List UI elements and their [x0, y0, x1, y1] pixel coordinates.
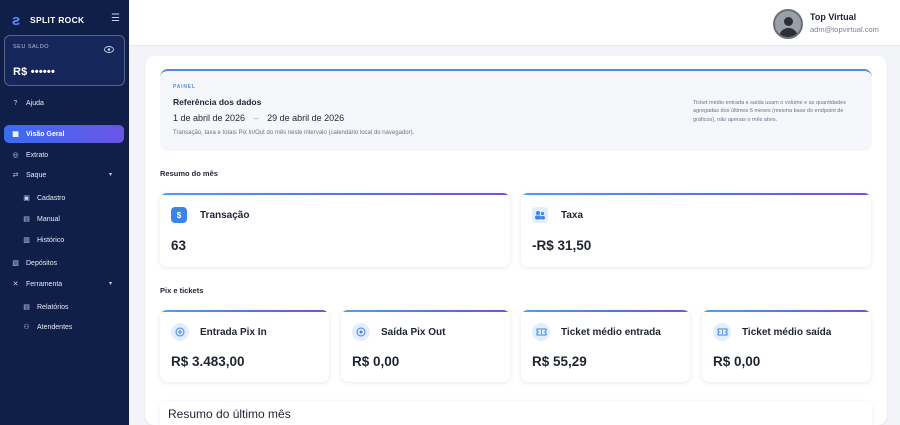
sidebar-item-extrato[interactable]: ◎ Extrato — [4, 146, 124, 164]
sidebar-item-label: Atendentes — [37, 323, 73, 331]
chevron-down-icon: ▾ — [108, 281, 112, 287]
last-month-title: Resumo do último mês — [168, 407, 291, 421]
eye-icon[interactable] — [104, 46, 114, 53]
reference-side-note: Ticket médio entrada e saída usam o volu… — [693, 100, 846, 123]
reference-kicker: PAINEL — [173, 84, 196, 90]
user-email: adm@topvirtual.com — [810, 25, 879, 34]
collapse-menu-icon[interactable]: ☰ — [111, 13, 120, 24]
avatar-head — [784, 17, 793, 26]
balance-card: SEU SALDO R$ •••••• — [4, 35, 125, 86]
sidebar-item-label: Cadastro — [37, 194, 66, 202]
ticket-icon — [532, 323, 550, 341]
pix-in-value: R$ 3.483,00 — [171, 354, 245, 369]
user-name: Top Virtual — [810, 12, 857, 22]
sidebar-item-depositos[interactable]: ▧ Depósitos — [4, 254, 124, 272]
sidebar-item-label: Histórico — [37, 236, 65, 244]
reference-title: Referência dos dados — [173, 97, 262, 107]
ticket-in-card: Ticket médio entrada R$ 55,29 — [521, 310, 690, 382]
sidebar-item-label: Ferramenta — [26, 280, 63, 288]
sidebar-item-atendentes[interactable]: ⚇ Atendentes — [4, 318, 124, 336]
reference-note: Transação, taxa e totais Pix In/Out do m… — [173, 130, 415, 136]
ticket-out-card: Ticket médio saída R$ 0,00 — [702, 310, 871, 382]
sidebar-item-visao-geral[interactable]: ▦ Visão Geral — [4, 125, 124, 143]
sidebar-item-label: Depósitos — [26, 259, 58, 267]
balance-label: SEU SALDO — [13, 44, 49, 50]
register-icon: ▣ — [23, 195, 30, 202]
brand-name: SPLIT ROCK — [30, 15, 85, 25]
reports-icon: ▤ — [23, 304, 30, 311]
last-month-card: Resumo do último mês — [160, 401, 872, 425]
ticket-out-value: R$ 0,00 — [713, 354, 761, 369]
fee-value: -R$ 31,50 — [532, 238, 592, 253]
split-rock-logo-icon: ƨ — [11, 11, 21, 29]
brand[interactable]: ƨ SPLIT ROCK ☰ — [10, 10, 120, 30]
svg-text:$: $ — [177, 211, 182, 220]
balance-value: R$ •••••• — [13, 66, 56, 78]
transaction-label: Transação — [200, 210, 250, 221]
transaction-value: 63 — [171, 238, 187, 253]
sidebar-item-label: Manual — [37, 215, 60, 223]
sidebar-item-label: Ajuda — [26, 99, 44, 107]
avatar[interactable] — [773, 9, 803, 39]
sidebar-item-ajuda[interactable]: ? Ajuda — [4, 94, 124, 112]
ticket-in-value: R$ 55,29 — [532, 354, 587, 369]
sidebar-item-label: Visão Geral — [26, 130, 65, 138]
fee-card: Taxa -R$ 31,50 — [521, 193, 871, 267]
sidebar-item-label: Saque — [26, 171, 47, 179]
transfer-icon: ⇄ — [12, 172, 19, 179]
pix-out-card: Saída Pix Out R$ 0,00 — [341, 310, 510, 382]
deposit-icon: ▧ — [12, 260, 19, 267]
people-icon — [532, 207, 548, 223]
pix-section-title: Pix e tickets — [160, 286, 204, 295]
history-icon: ▥ — [23, 237, 30, 244]
pix-out-label: Saída Pix Out — [381, 327, 446, 338]
summary-section-title: Resumo do mês — [160, 169, 218, 178]
reference-date-range: 1 de abril de 2026 – 29 de abril de 2026 — [173, 113, 344, 123]
date-separator: – — [253, 113, 259, 123]
sidebar: ƨ SPLIT ROCK ☰ SEU SALDO R$ •••••• ? Aju… — [0, 0, 129, 425]
sidebar-item-saque[interactable]: ⇄ Saque ▾ — [4, 166, 124, 184]
help-icon: ? — [13, 99, 18, 107]
sidebar-item-cadastro[interactable]: ▣ Cadastro — [4, 189, 124, 207]
ticket-icon — [713, 323, 731, 341]
reference-card: PAINEL Referência dos dados 1 de abril d… — [160, 69, 872, 151]
sidebar-item-manual[interactable]: ▤ Manual — [4, 210, 124, 228]
sidebar-item-relatorios[interactable]: ▤ Relatórios — [4, 298, 124, 316]
sidebar-item-label: Extrato — [26, 151, 49, 159]
sidebar-item-label: Relatórios — [37, 303, 69, 311]
statement-icon: ◎ — [12, 152, 19, 159]
attendants-icon: ⚇ — [23, 324, 30, 331]
date-start: 1 de abril de 2026 — [173, 113, 246, 123]
pix-out-value: R$ 0,00 — [352, 354, 400, 369]
sidebar-item-ferramenta[interactable]: ✕ Ferramenta ▾ — [4, 275, 124, 293]
transaction-card: $ Transação 63 — [160, 193, 510, 267]
chevron-down-icon: ▾ — [108, 172, 112, 178]
date-end: 29 de abril de 2026 — [267, 113, 345, 123]
manual-icon: ▤ — [23, 216, 30, 223]
ticket-in-label: Ticket médio entrada — [561, 327, 661, 338]
ticket-out-label: Ticket médio saída — [742, 327, 832, 338]
pix-in-card: Entrada Pix In R$ 3.483,00 — [160, 310, 329, 382]
grid-icon: ▦ — [12, 131, 19, 138]
tools-icon: ✕ — [12, 281, 19, 288]
arrow-out-icon — [352, 323, 370, 341]
pix-in-label: Entrada Pix In — [200, 327, 267, 338]
fee-label: Taxa — [561, 210, 584, 221]
arrow-in-icon — [171, 323, 189, 341]
dollar-icon: $ — [171, 207, 187, 223]
sidebar-item-historico[interactable]: ▥ Histórico — [4, 231, 124, 249]
